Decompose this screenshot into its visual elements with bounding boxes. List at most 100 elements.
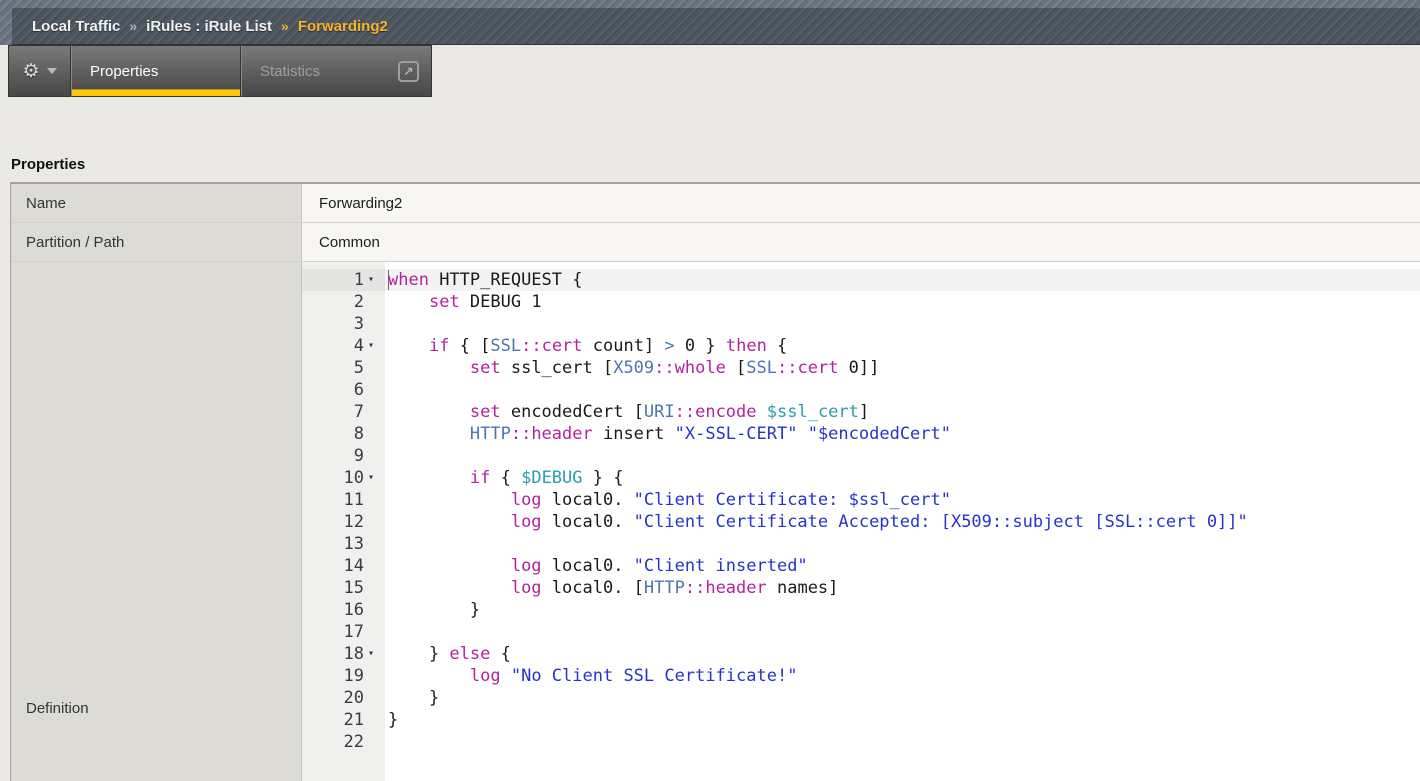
fold-marker-empty <box>364 423 385 445</box>
line-number: 3 <box>302 313 364 335</box>
fold-marker-empty <box>364 489 385 511</box>
code-text: if { $DEBUG } { <box>385 467 623 489</box>
code-text <box>385 379 388 401</box>
irule-code-editor[interactable]: 1▾when HTTP_REQUEST {2 set DEBUG 134▾ if… <box>302 262 1420 781</box>
line-gutter: 14 <box>302 555 385 577</box>
code-text <box>385 621 388 643</box>
fold-marker-empty <box>364 533 385 555</box>
fold-marker-empty <box>364 731 385 753</box>
line-gutter: 16 <box>302 599 385 621</box>
fold-marker-empty <box>364 445 385 467</box>
code-text <box>385 313 388 335</box>
line-number: 11 <box>302 489 364 511</box>
fold-marker-icon[interactable]: ▾ <box>364 643 385 665</box>
fold-marker-icon[interactable]: ▾ <box>364 335 385 357</box>
partition-path-label: Partition / Path <box>11 223 302 261</box>
code-text: log "No Client SSL Certificate!" <box>385 665 797 687</box>
options-menu-button[interactable]: ⚙ <box>8 45 71 97</box>
code-line: 4▾ if { [SSL::cert count] > 0 } then { <box>302 335 1420 357</box>
breadcrumb-irule-list[interactable]: iRules : iRule List <box>146 18 272 35</box>
code-line: 13 <box>302 533 1420 555</box>
code-line: 3 <box>302 313 1420 335</box>
external-link-arrow: ↗ <box>403 65 413 77</box>
line-gutter: 20 <box>302 687 385 709</box>
code-text: log local0. "Client inserted" <box>385 555 808 577</box>
code-line: 1▾when HTTP_REQUEST { <box>302 269 1420 291</box>
name-value: Forwarding2 <box>302 184 1420 222</box>
fold-marker-icon[interactable]: ▾ <box>364 269 385 291</box>
tab-properties-label: Properties <box>90 63 158 80</box>
line-number: 2 <box>302 291 364 313</box>
line-gutter: 12 <box>302 511 385 533</box>
code-text: log local0. "Client Certificate: $ssl_ce… <box>385 489 951 511</box>
line-gutter: 5 <box>302 357 385 379</box>
line-gutter: 10▾ <box>302 467 385 489</box>
code-text: set encodedCert [URI::encode $ssl_cert] <box>385 401 869 423</box>
code-line: 2 set DEBUG 1 <box>302 291 1420 313</box>
name-label: Name <box>11 184 302 222</box>
fold-marker-empty <box>364 291 385 313</box>
line-gutter: 9 <box>302 445 385 467</box>
fold-marker-empty <box>364 401 385 423</box>
tab-statistics[interactable]: Statistics ↗ <box>241 45 432 97</box>
fold-marker-empty <box>364 687 385 709</box>
line-gutter: 22 <box>302 731 385 753</box>
page-title: Properties <box>11 156 85 173</box>
fold-marker-icon[interactable]: ▾ <box>364 467 385 489</box>
line-gutter: 2 <box>302 291 385 313</box>
breadcrumb: Local Traffic » iRules : iRule List » Fo… <box>12 8 1420 45</box>
line-gutter: 8 <box>302 423 385 445</box>
code-text: } <box>385 599 480 621</box>
line-gutter: 15 <box>302 577 385 599</box>
gear-icon: ⚙ <box>22 62 39 81</box>
breadcrumb-local-traffic[interactable]: Local Traffic <box>32 18 120 35</box>
line-gutter: 21 <box>302 709 385 731</box>
line-number: 18 <box>302 643 364 665</box>
line-number: 17 <box>302 621 364 643</box>
code-line: 9 <box>302 445 1420 467</box>
line-gutter: 11 <box>302 489 385 511</box>
line-number: 22 <box>302 731 364 753</box>
line-number: 15 <box>302 577 364 599</box>
code-line: 21} <box>302 709 1420 731</box>
breadcrumb-separator-icon: » <box>281 18 289 34</box>
line-number: 5 <box>302 357 364 379</box>
line-gutter: 13 <box>302 533 385 555</box>
code-line: 10▾ if { $DEBUG } { <box>302 467 1420 489</box>
fold-marker-empty <box>364 313 385 335</box>
line-gutter: 17 <box>302 621 385 643</box>
tab-statistics-label: Statistics <box>260 63 320 80</box>
line-gutter: 3 <box>302 313 385 335</box>
chevron-down-icon <box>47 68 57 74</box>
fold-marker-empty <box>364 357 385 379</box>
line-number: 1 <box>302 269 364 291</box>
properties-table: Name Forwarding2 Partition / Path Common… <box>10 182 1420 781</box>
code-line: 18▾ } else { <box>302 643 1420 665</box>
line-number: 21 <box>302 709 364 731</box>
definition-label: Definition <box>11 262 302 781</box>
fold-marker-empty <box>364 379 385 401</box>
line-number: 8 <box>302 423 364 445</box>
breadcrumb-separator-icon: » <box>129 18 137 34</box>
table-row-definition: Definition 1▾when HTTP_REQUEST {2 set DE… <box>11 262 1420 781</box>
fold-marker-empty <box>364 599 385 621</box>
fold-marker-empty <box>364 555 385 577</box>
code-line: 12 log local0. "Client Certificate Accep… <box>302 511 1420 533</box>
code-text: } <box>385 687 439 709</box>
table-row-partition: Partition / Path Common <box>11 223 1420 262</box>
code-text: } <box>385 709 398 731</box>
line-gutter: 1▾ <box>302 269 385 291</box>
tab-properties[interactable]: Properties <box>71 45 241 97</box>
code-text: log local0. [HTTP::header names] <box>385 577 838 599</box>
code-line: 11 log local0. "Client Certificate: $ssl… <box>302 489 1420 511</box>
external-link-icon: ↗ <box>398 61 419 82</box>
code-line: 19 log "No Client SSL Certificate!" <box>302 665 1420 687</box>
line-number: 10 <box>302 467 364 489</box>
code-line: 8 HTTP::header insert "X-SSL-CERT" "$enc… <box>302 423 1420 445</box>
code-text <box>385 533 388 555</box>
line-gutter: 6 <box>302 379 385 401</box>
code-text <box>385 731 388 753</box>
line-number: 4 <box>302 335 364 357</box>
fold-marker-empty <box>364 577 385 599</box>
active-tab-indicator <box>72 89 240 96</box>
